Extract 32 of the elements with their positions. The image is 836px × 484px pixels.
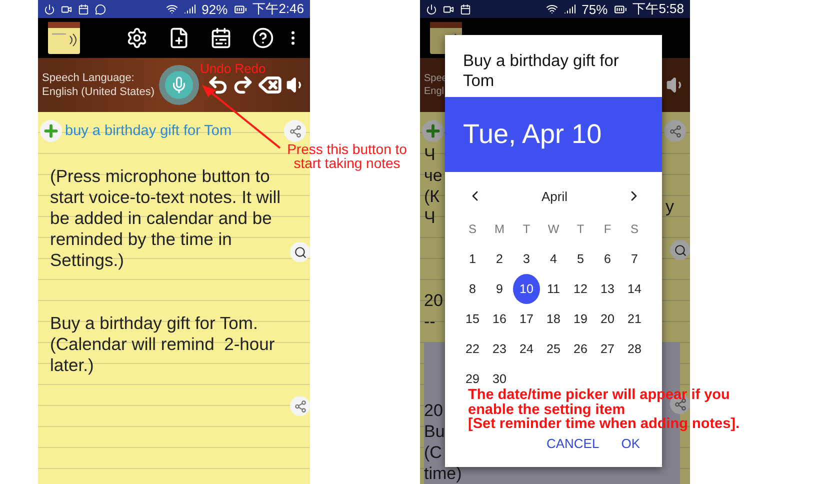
note-text: (Calendar will remind 2-hour later.) [50, 334, 276, 376]
note-text: Ч [424, 207, 436, 228]
weekday-label: F [602, 221, 612, 238]
weekday-label: S [467, 221, 478, 238]
note-text: 20 [424, 400, 443, 421]
weekday-label: T [522, 221, 532, 238]
annotation-text: Undo Redo [200, 62, 266, 76]
weekday-label: M [494, 221, 506, 238]
weekday-label: T [576, 221, 586, 238]
clock-time: 下午2:46 [252, 0, 304, 18]
note-text: y [666, 196, 674, 217]
clock-time: 下午5:58 [632, 0, 684, 18]
month-label: April [541, 188, 568, 204]
note-text: 20 [424, 290, 443, 311]
speech-language-label: Speech Language: English (United States) [42, 71, 154, 99]
annotation-text: Press this button to start taking notes [286, 142, 408, 170]
note-text: Ч [424, 144, 436, 165]
note-text: -- [424, 311, 436, 332]
note-text: time) [424, 463, 462, 484]
note-text: (Press microphone button to start voice-to-text notes. It will be added in calendar and be reminded by the time in Settings.) [50, 166, 282, 271]
note-text: Bu [424, 421, 445, 442]
note-text: Buy a birthday gift for Tom. [50, 313, 258, 334]
note-text: (C [424, 442, 442, 463]
dialog-title: Buy a birthday gift for Tom [462, 51, 620, 92]
note-text: че [424, 165, 442, 186]
weekday-label: W [546, 221, 560, 238]
battery-percent: 75% [582, 2, 608, 16]
selected-date-header: Tue, Apr 10 [445, 97, 662, 172]
note-text: (К [424, 186, 440, 207]
battery-percent: 92% [202, 2, 228, 16]
weekday-label: S [629, 221, 640, 238]
annotation-text: enable the setting item [468, 402, 626, 417]
